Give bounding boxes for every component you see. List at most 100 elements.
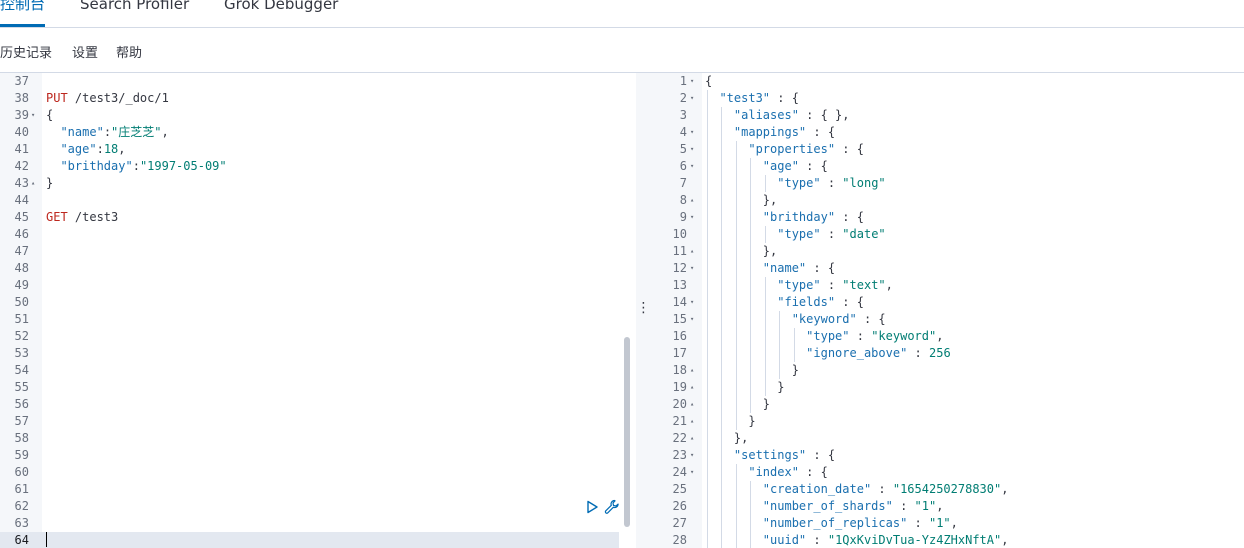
token-key: "aliases"	[733, 108, 799, 122]
token-key: "type"	[777, 176, 821, 190]
fold-open-icon[interactable]: ▾	[690, 447, 694, 464]
code-text: {	[705, 73, 712, 90]
token-punc	[46, 125, 60, 139]
token-key: "ignore_above"	[806, 346, 908, 360]
request-editor[interactable]: 37 38 PUT /test3/_doc/1 39 ▾{40 "name":"庄芝芝"…	[0, 73, 636, 548]
fold-open-icon[interactable]: ▾	[690, 311, 694, 328]
play-icon[interactable]	[584, 499, 600, 515]
code-text: "type" : "text",	[705, 277, 893, 294]
token-punc: ,	[936, 499, 944, 513]
fold-close-icon[interactable]: ▴	[690, 396, 694, 413]
code-text: "number_of_shards" : "1",	[705, 498, 944, 515]
token-punc	[705, 227, 777, 241]
fold-close-icon[interactable]: ▴	[690, 192, 694, 209]
wrench-icon[interactable]	[604, 499, 620, 515]
editor-line: 46	[0, 226, 619, 243]
token-punc: : {	[835, 295, 864, 309]
fold-close-icon[interactable]: ▴	[690, 430, 694, 447]
tab-console[interactable]: 控制台	[0, 0, 46, 27]
fold-open-icon[interactable]: ▾	[690, 73, 694, 90]
fold-close-icon[interactable]: ▴	[690, 243, 694, 260]
line-number: 23	[672, 448, 687, 462]
splitter-grip-icon[interactable]: ⋮	[636, 301, 651, 315]
menu-history[interactable]: 历史记录	[0, 45, 52, 63]
tab-search-profiler[interactable]: Search Profiler	[80, 0, 189, 26]
line-number: 56	[14, 397, 29, 411]
fold-close-icon[interactable]: ▴	[690, 362, 694, 379]
line-number: 46	[14, 227, 29, 241]
fold-open-icon[interactable]: ▾	[690, 141, 694, 158]
token-str: "1"	[928, 516, 951, 530]
line-number: 43	[14, 176, 29, 190]
line-number: 52	[14, 329, 29, 343]
token-str: "long"	[842, 176, 886, 190]
token-punc: {	[705, 74, 713, 88]
token-key: "uuid"	[762, 533, 807, 547]
token-punc	[705, 125, 734, 139]
code-text: },	[705, 243, 777, 260]
token-punc: : { },	[798, 108, 850, 122]
editor-line: 39 ▾ {	[0, 107, 619, 124]
fold-close-icon[interactable]: ▴	[31, 175, 35, 192]
fold-open-icon[interactable]: ▾	[690, 209, 694, 226]
token-num: 18	[103, 142, 119, 156]
console-menu: 历史记录 设置 帮助	[0, 28, 1244, 73]
line-number: 11	[672, 244, 687, 258]
code-text: "fields" : {	[705, 294, 864, 311]
fold-open-icon[interactable]: ▾	[690, 124, 694, 141]
token-punc: :	[849, 329, 872, 343]
code-text: "aliases" : { },	[705, 107, 850, 124]
token-punc	[705, 278, 777, 292]
token-key: "name"	[762, 261, 807, 275]
fold-open-icon[interactable]: ▾	[690, 294, 694, 311]
token-punc: ,	[950, 516, 958, 530]
token-punc: : {	[835, 142, 864, 156]
token-punc: ,	[1001, 482, 1009, 496]
line-number: 21	[672, 414, 687, 428]
code-text: "uuid" : "1QxKviDvTua-Yz4ZHxNftA",	[705, 532, 1009, 548]
menu-help[interactable]: 帮助	[116, 45, 142, 63]
code-text: "brithday" : {	[705, 209, 864, 226]
editor-line: 51	[0, 311, 619, 328]
token-punc: : {	[835, 210, 864, 224]
token-punc: :	[96, 142, 104, 156]
token-punc	[705, 482, 763, 496]
code-text: "name" : {	[705, 260, 835, 277]
code-text: "keyword" : {	[705, 311, 886, 328]
fold-open-icon[interactable]: ▾	[690, 158, 694, 175]
line-number: 44	[14, 193, 29, 207]
token-key: "age"	[60, 142, 97, 156]
fold-close-icon[interactable]: ▴	[690, 379, 694, 396]
line-number: 12	[672, 261, 687, 275]
fold-open-icon[interactable]: ▾	[690, 260, 694, 277]
token-key: "age"	[762, 159, 799, 173]
code-text: "age" : {	[705, 158, 828, 175]
token-punc	[705, 142, 748, 156]
token-key: "keyword"	[791, 312, 857, 326]
editor-line: 40 "name":"庄芝芝",	[0, 124, 619, 141]
token-key: "name"	[60, 125, 104, 139]
text-cursor	[46, 532, 47, 547]
line-number: 28	[672, 533, 687, 547]
menu-settings[interactable]: 设置	[72, 45, 98, 63]
editor-line: 52	[0, 328, 619, 345]
token-punc: ,	[1001, 533, 1009, 547]
fold-close-icon[interactable]: ▴	[690, 413, 694, 430]
line-number: 26	[672, 499, 687, 513]
fold-open-icon[interactable]: ▾	[690, 90, 694, 107]
response-viewer[interactable]: 1 ▾{2 ▾ "test3" : {3 "aliases" : { }, 4 ▾ "m…	[651, 73, 1244, 548]
code-text: "name":"庄芝芝",	[46, 124, 168, 141]
line-number: 48	[14, 261, 29, 275]
code-text: PUT /test3/_doc/1	[46, 90, 169, 107]
line-number: 13	[672, 278, 687, 292]
token-num: 256	[929, 346, 951, 360]
editor-scrollbar[interactable]	[624, 337, 630, 527]
code-text: "type" : "keyword",	[705, 328, 943, 345]
fold-open-icon[interactable]: ▾	[690, 464, 694, 481]
fold-open-icon[interactable]: ▾	[31, 107, 35, 124]
pane-splitter[interactable]: ⋮	[636, 73, 651, 548]
line-number: 25	[672, 482, 687, 496]
code-text: "type" : "date"	[705, 226, 885, 243]
tab-grok-debugger[interactable]: Grok Debugger	[224, 0, 338, 26]
token-punc: }	[46, 176, 54, 190]
